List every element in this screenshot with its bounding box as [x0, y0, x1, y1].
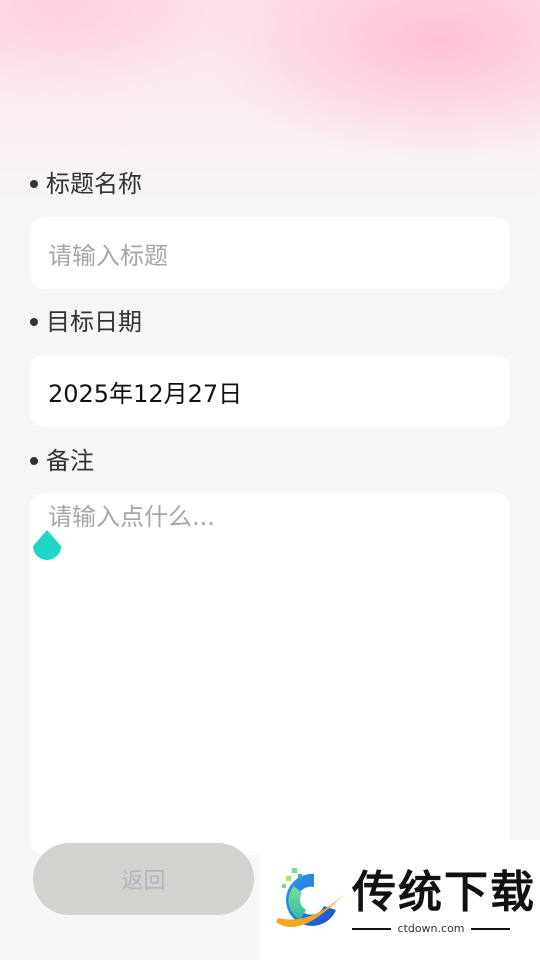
title-input[interactable]: 请输入标题 [30, 217, 510, 289]
title-label: 标题名称 [30, 169, 142, 199]
title-input-placeholder: 请输入标题 [48, 241, 168, 270]
watermark-title: 传统下载 [352, 867, 536, 918]
back-button[interactable]: 返回 [33, 843, 254, 915]
note-label: 备注 [30, 446, 94, 476]
note-label-text: 备注 [46, 447, 94, 475]
date-label-text: 目标日期 [46, 308, 142, 336]
date-picker-field[interactable]: 2025年12月27日 [30, 355, 510, 427]
ctdown-logo-icon [276, 868, 344, 928]
bullet-dot-icon [30, 180, 38, 188]
note-textarea[interactable]: 请输入点什么... [30, 493, 510, 855]
note-textarea-placeholder: 请输入点什么... [48, 503, 215, 531]
watermark-url: ctdown.com [352, 922, 510, 935]
text-cursor-handle-icon[interactable] [32, 530, 62, 566]
bullet-dot-icon [30, 457, 38, 465]
date-label: 目标日期 [30, 307, 142, 337]
divider-line [470, 927, 510, 930]
title-label-text: 标题名称 [46, 170, 142, 198]
watermark-badge: 传统下载 ctdown.com [260, 840, 540, 960]
bullet-dot-icon [30, 318, 38, 326]
divider-line [352, 927, 392, 930]
back-button-label: 返回 [121, 869, 166, 894]
watermark-url-text: ctdown.com [397, 922, 465, 935]
date-value: 2025年12月27日 [48, 379, 243, 408]
